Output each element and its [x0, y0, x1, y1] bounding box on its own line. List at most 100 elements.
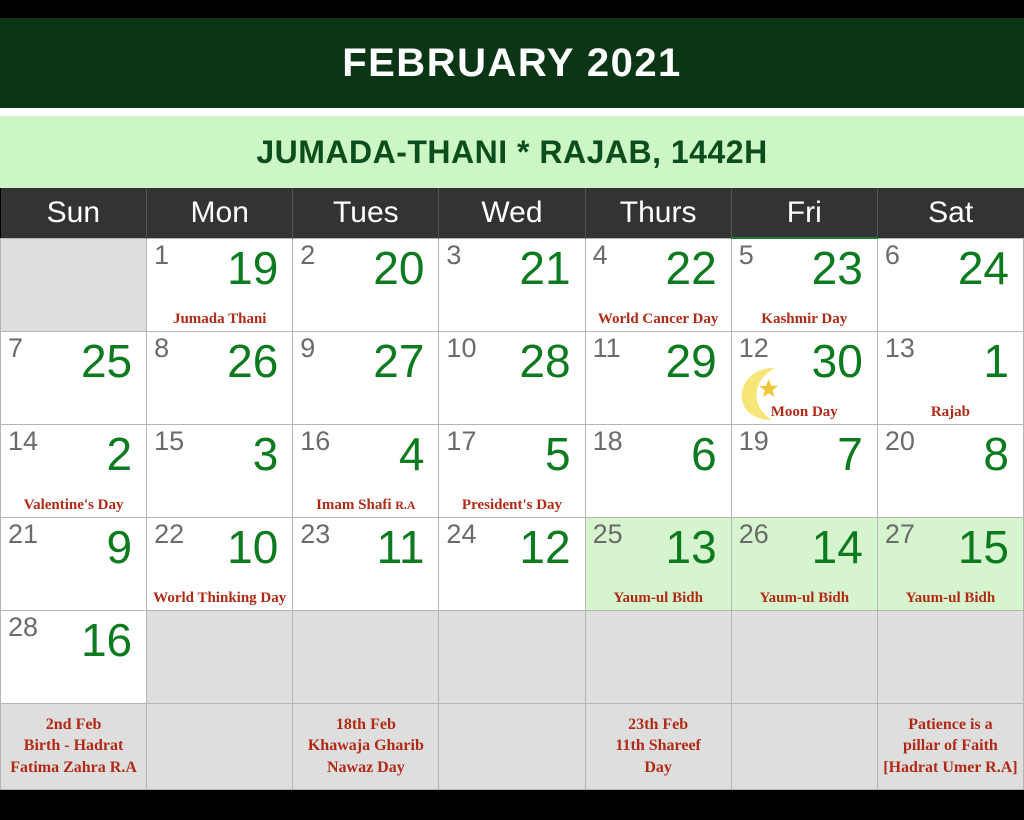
day-cell-inner: 23 11 [293, 518, 438, 610]
calendar-day-cell[interactable]: 10 28 [438, 330, 586, 425]
gregorian-day-number: 14 [8, 425, 39, 456]
footer-note-line: Nawaz Day [326, 758, 405, 776]
day-event-label: World Cancer Day [597, 310, 719, 327]
gregorian-day-number: 21 [8, 518, 39, 549]
top-letterbox-bar [0, 0, 1024, 18]
calendar-day-cell[interactable]: 16 4 Imam Shafi R.A [292, 423, 440, 518]
weekday-header-thurs: Thurs [585, 188, 732, 238]
hijri-day-number: 2 [106, 427, 133, 480]
day-event-label: Jumada Thani [172, 310, 267, 327]
calendar-cell-empty [292, 609, 440, 704]
calendar-day-cell[interactable]: 8 26 [146, 330, 294, 425]
day-event-label: President's Day [461, 496, 563, 513]
gregorian-day-number: 10 [446, 332, 477, 363]
day-cell-inner: 19 7 [732, 425, 877, 517]
day-cell-inner: 9 27 [293, 332, 438, 424]
gregorian-day-number: 26 [738, 518, 769, 549]
day-cell-inner: 17 5 President's Day [439, 425, 584, 517]
calendar-day-cell[interactable]: 18 6 [584, 423, 732, 518]
calendar-cell-empty [0, 237, 148, 332]
hijri-day-number: 29 [665, 334, 717, 387]
day-cell-inner: 25 13 Yaum-ul Bidh [586, 518, 731, 610]
calendar-day-cell[interactable]: 9 27 [292, 330, 440, 425]
day-cell-inner: 7 25 [1, 332, 146, 424]
gregorian-day-number: 17 [446, 425, 477, 456]
day-cell-inner: 28 16 [1, 611, 146, 703]
hijri-day-number: 27 [373, 334, 425, 387]
calendar-day-cell[interactable]: 12 30 Moon Day [730, 330, 878, 425]
day-event-label: Yaum-ul Bidh [905, 589, 996, 606]
calendar-day-cell[interactable]: 5 23 Kashmir Day [730, 237, 878, 332]
footer-note-cell-empty [730, 702, 878, 790]
footer-note-line: Birth - Hadrat [23, 737, 124, 755]
calendar-day-cell[interactable]: 27 15 Yaum-ul Bidh [876, 516, 1024, 611]
calendar-cell-empty [876, 609, 1024, 704]
gregorian-day-number: 25 [592, 518, 623, 549]
calendar-day-cell[interactable]: 19 7 [730, 423, 878, 518]
calendar-week-row: 28 16 [0, 609, 1024, 704]
footer-note-cell: 18th Feb Khawaja Gharib Nawaz Day [292, 702, 440, 790]
day-cell-inner: 11 29 [586, 332, 731, 424]
gregorian-day-number: 22 [154, 518, 185, 549]
calendar-day-cell[interactable]: 3 21 [438, 237, 586, 332]
gregorian-day-number: 3 [446, 239, 462, 270]
hijri-day-number: 30 [811, 334, 863, 387]
footer-note-cell: 23th Feb 11th Shareef Day [584, 702, 732, 790]
calendar-day-cell[interactable]: 26 14 Yaum-ul Bidh [730, 516, 878, 611]
day-event-label: Kashmir Day [761, 310, 848, 327]
day-cell-inner: 22 10 World Thinking Day [147, 518, 292, 610]
calendar-cell-empty [730, 609, 878, 704]
gregorian-day-number: 16 [300, 425, 331, 456]
calendar-day-cell[interactable]: 21 9 [0, 516, 148, 611]
hijri-day-number: 16 [80, 613, 133, 666]
calendar-day-cell[interactable]: 14 2 Valentine's Day [0, 423, 148, 518]
day-event-label: Imam Shafi R.A [316, 496, 416, 513]
gregorian-day-number: 27 [884, 518, 915, 549]
calendar-day-cell[interactable]: 25 13 Yaum-ul Bidh [584, 516, 732, 611]
hijri-day-number: 7 [837, 427, 863, 480]
day-cell-inner: 6 24 [878, 239, 1023, 331]
calendar-day-cell[interactable]: 20 8 [876, 423, 1024, 518]
calendar-day-cell[interactable]: 17 5 President's Day [438, 423, 586, 518]
calendar-cell-empty [584, 609, 732, 704]
weekday-header-tues: Tues [292, 188, 440, 238]
calendar-day-cell[interactable]: 7 25 [0, 330, 148, 425]
gregorian-day-number: 15 [154, 425, 185, 456]
footer-note-text: 23th Feb 11th Shareef Day [588, 714, 729, 779]
calendar-day-cell[interactable]: 15 3 [146, 423, 294, 518]
calendar-day-cell[interactable]: 22 10 World Thinking Day [146, 516, 294, 611]
calendar-day-cell[interactable]: 4 22 World Cancer Day [584, 237, 732, 332]
footer-note-line: pillar of Faith [903, 737, 998, 755]
calendar-day-cell[interactable]: 11 29 [584, 330, 732, 425]
calendar-day-cell[interactable]: 13 1 Rajab [876, 330, 1024, 425]
hijri-day-number: 3 [252, 427, 279, 480]
day-cell-inner: 4 22 World Cancer Day [586, 239, 731, 331]
footer-notes-row: 2nd Feb Birth - Hadrat Fatima Zahra R.A 18t… [0, 702, 1024, 790]
day-cell-inner: 5 23 Kashmir Day [732, 239, 877, 331]
day-cell-inner: 20 8 [878, 425, 1023, 517]
gregorian-day-number: 13 [884, 332, 915, 363]
day-cell-inner: 10 28 [439, 332, 584, 424]
calendar-day-cell[interactable]: 28 16 [0, 609, 148, 704]
calendar-page: FEBRUARY 2021 JUMADA-THANI * RAJAB, 1442… [0, 0, 1024, 820]
day-cell-inner: 3 21 [439, 239, 584, 331]
day-cell-inner: 1 19 Jumada Thani [147, 239, 292, 331]
hijri-day-number: 13 [665, 520, 717, 573]
hijri-day-number: 14 [811, 520, 863, 573]
calendar-day-cell[interactable]: 2 20 [292, 237, 440, 332]
footer-note-text: Patience is a pillar of Faith [Hadrat Umer… [880, 714, 1021, 779]
weekday-header-row: Sun Mon Tues Wed Thurs Fri Sat [0, 188, 1024, 239]
footer-note-line: 11th Shareef [615, 737, 701, 755]
hijri-day-number: 12 [519, 520, 571, 573]
footer-note-line: Fatima Zahra R.A [10, 758, 137, 776]
calendar-day-cell[interactable]: 23 11 [292, 516, 440, 611]
gregorian-month-title: FEBRUARY 2021 [342, 40, 682, 85]
gregorian-day-number: 7 [8, 332, 24, 363]
calendar-day-cell[interactable]: 6 24 [876, 237, 1024, 332]
weekday-header-wed: Wed [438, 188, 586, 238]
hijri-day-number: 1 [983, 334, 1009, 387]
calendar-day-cell[interactable]: 1 19 Jumada Thani [146, 237, 294, 332]
calendar-day-cell[interactable]: 24 12 [438, 516, 586, 611]
footer-note-line: Patience is a [908, 715, 993, 733]
hijri-day-number: 25 [80, 334, 133, 387]
